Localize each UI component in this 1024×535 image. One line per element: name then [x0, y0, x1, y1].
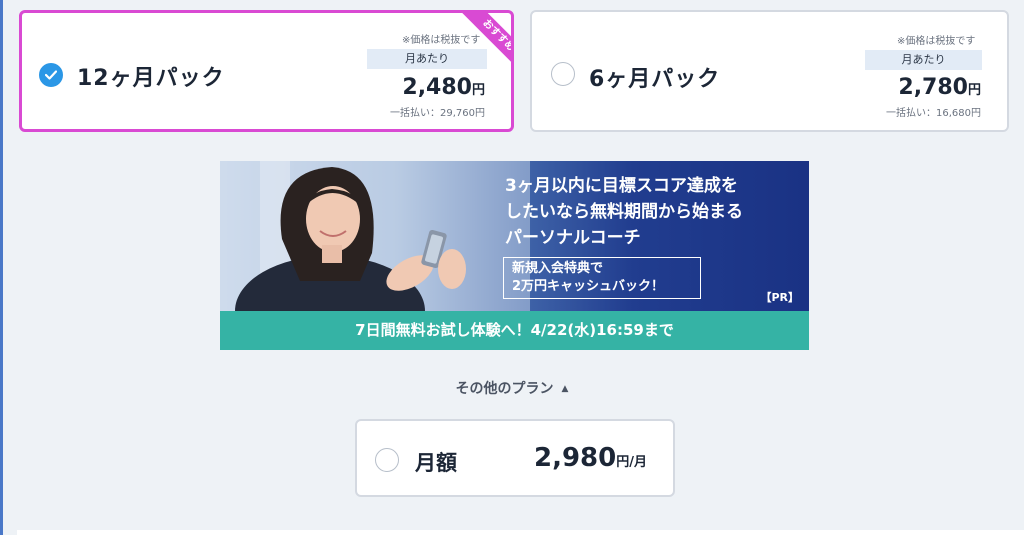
price-value: 2,480	[402, 75, 472, 100]
price-value: 2,980	[534, 443, 617, 473]
per-month-label: 月あたり	[865, 50, 982, 70]
price-unit: 円	[967, 83, 981, 98]
plan-card-6-months[interactable]: 6ヶ月パック ※価格は税抜です 月あたり 2,780円 一括払い：16,680円	[530, 10, 1009, 132]
plan-name: 月額	[415, 451, 457, 475]
lump-sum-price: 一括払い：29,760円	[390, 108, 485, 119]
check-icon	[45, 70, 57, 80]
woman-with-phone-image	[220, 161, 530, 311]
caret-up-icon: ▲	[561, 384, 569, 394]
recommended-ribbon-label: おすすめ	[459, 13, 511, 73]
plan-radio-checked[interactable]	[39, 63, 63, 87]
plan-card-12-months[interactable]: 12ヶ月パック ※価格は税抜です 月あたり 2,480円 一括払い：29,760…	[19, 10, 514, 132]
price-unit: 円	[471, 83, 485, 98]
other-plans-label: その他のプラン	[455, 381, 554, 397]
plan-card-monthly[interactable]: 月額 2,980円/月	[355, 419, 675, 497]
plan-price: 2,780円	[898, 75, 981, 100]
price-value: 2,780	[898, 75, 968, 100]
ad-banner[interactable]: 3ヶ月以内に目標スコア達成を したいなら無料期間から始まる パーソナルコーチ 新…	[220, 161, 809, 350]
page-left-edge	[0, 0, 3, 535]
next-section-edge	[17, 530, 1024, 535]
recommended-ribbon: おすすめ	[451, 13, 511, 73]
tax-note: ※価格は税抜です	[897, 36, 976, 47]
banner-headline: 3ヶ月以内に目標スコア達成を したいなら無料期間から始まる パーソナルコーチ	[505, 176, 743, 248]
plan-name: 12ヶ月パック	[77, 66, 225, 91]
other-plans-toggle[interactable]: その他のプラン ▲	[0, 378, 1024, 398]
plan-radio-unchecked[interactable]	[551, 62, 575, 86]
banner-pr-label: 【PR】	[760, 291, 799, 304]
plan-name: 6ヶ月パック	[589, 67, 721, 92]
banner-cta-bar[interactable]: 7日間無料お試し体験へ！4/22(水)16:59まで	[220, 311, 809, 350]
banner-promo-box: 新規入会特典で 2万円キャッシュバック！	[503, 257, 701, 299]
price-unit: 円/月	[616, 455, 647, 470]
lump-sum-price: 一括払い：16,680円	[886, 108, 981, 119]
plan-price: 2,980円/月	[534, 443, 647, 473]
plan-radio-unchecked[interactable]	[375, 448, 399, 472]
plan-price: 2,480円	[402, 75, 485, 100]
